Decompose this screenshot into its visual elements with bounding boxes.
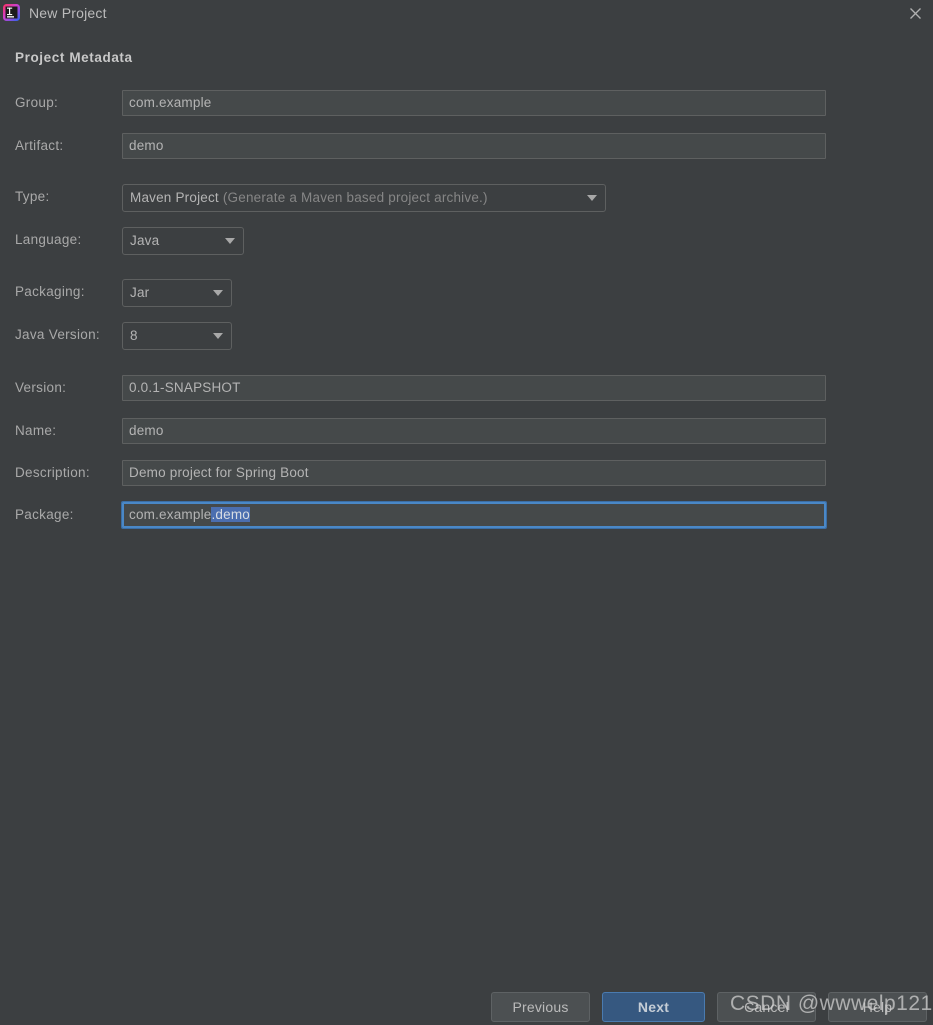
description-input[interactable]: Demo project for Spring Boot [122,460,826,486]
form-row-package: Package: com.example.demo [0,501,933,529]
package-label: Package: [15,507,74,522]
previous-button[interactable]: Previous [491,992,590,1022]
form-row-group: Group: com.example [0,90,933,116]
chevron-down-icon [587,195,597,201]
packaging-value: Jar [130,285,150,300]
form-row-version: Version: 0.0.1-SNAPSHOT [0,375,933,401]
group-label: Group: [15,95,59,110]
form-row-type: Type: Maven Project (Generate a Maven ba… [0,184,933,212]
package-value-selected: .demo [211,507,251,522]
description-label: Description: [15,465,90,480]
next-button[interactable]: Next [602,992,705,1022]
language-dropdown[interactable]: Java [122,227,244,255]
form-row-artifact: Artifact: demo [0,133,933,159]
artifact-label: Artifact: [15,138,64,153]
form-row-java-version: Java Version: 8 [0,322,933,350]
type-hint: (Generate a Maven based project archive.… [222,190,488,205]
language-label: Language: [15,232,82,247]
package-value-prefix: com.example [129,507,212,522]
chevron-down-icon [213,290,223,296]
new-project-dialog: New Project Project Metadata Group: com.… [0,0,933,1025]
close-icon[interactable] [903,2,927,24]
name-input[interactable]: demo [122,418,826,444]
version-label: Version: [15,380,67,395]
form-row-description: Description: Demo project for Spring Boo… [0,460,933,486]
form-row-name: Name: demo [0,418,933,444]
group-input[interactable]: com.example [122,90,826,116]
artifact-input[interactable]: demo [122,133,826,159]
package-input[interactable]: com.example.demo [121,501,827,529]
intellij-idea-icon [3,4,20,21]
help-button[interactable]: Help [828,992,927,1022]
java-version-label: Java Version: [15,327,100,342]
window-title: New Project [29,5,107,21]
language-value: Java [130,233,160,248]
type-dropdown[interactable]: Maven Project (Generate a Maven based pr… [122,184,606,212]
type-value: Maven Project [130,190,219,205]
title-bar: New Project [0,0,933,26]
version-input[interactable]: 0.0.1-SNAPSHOT [122,375,826,401]
type-label: Type: [15,189,50,204]
packaging-label: Packaging: [15,284,85,299]
chevron-down-icon [213,333,223,339]
form-row-language: Language: Java [0,227,933,255]
cancel-button[interactable]: Cancel [717,992,816,1022]
chevron-down-icon [225,238,235,244]
java-version-value: 8 [130,328,138,343]
name-label: Name: [15,423,57,438]
section-header-project-metadata: Project Metadata [15,50,133,65]
java-version-dropdown[interactable]: 8 [122,322,232,350]
form-row-packaging: Packaging: Jar [0,279,933,307]
packaging-dropdown[interactable]: Jar [122,279,232,307]
